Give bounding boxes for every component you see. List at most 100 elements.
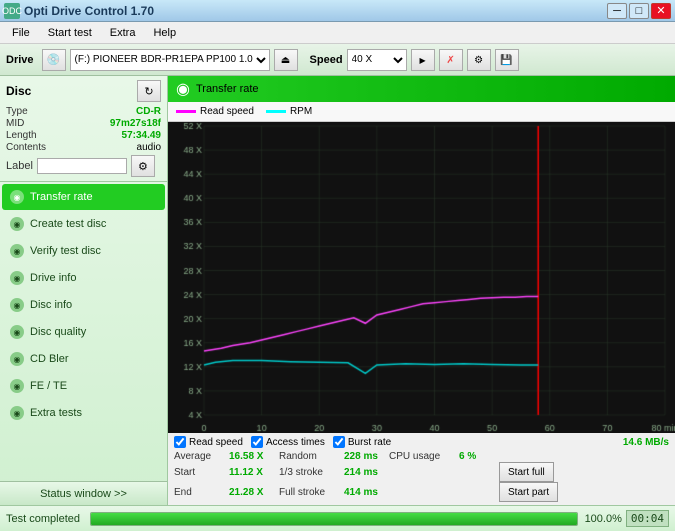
right-panel: ◉ Transfer rate Read speed RPM R — [168, 76, 675, 505]
nav-icon-verify: ◉ — [10, 244, 24, 258]
menu-start-test[interactable]: Start test — [40, 25, 100, 41]
speed-arrow-button[interactable] — [411, 49, 435, 71]
nav-fe-te[interactable]: ◉ FE / TE — [2, 373, 165, 399]
nav-menu: ◉ Transfer rate ◉ Create test disc ◉ Ver… — [0, 182, 167, 481]
menubar: File Start test Extra Help — [0, 22, 675, 44]
cb-read-speed-label: Read speed — [189, 437, 243, 448]
drive-select[interactable]: (F:) PIONEER BDR-PR1EPA PP100 1.00 — [70, 49, 270, 71]
legend-color-read — [176, 110, 196, 113]
cb-burst-rate-input[interactable] — [333, 436, 345, 448]
progress-percentage: 100.0% — [582, 513, 622, 525]
stat-key-random: Random — [279, 451, 344, 462]
nav-drive-info[interactable]: ◉ Drive info — [2, 265, 165, 291]
nav-transfer-rate[interactable]: ◉ Transfer rate — [2, 184, 165, 210]
stat-val-random: 228 ms — [344, 451, 389, 462]
nav-label-quality: Disc quality — [30, 326, 86, 338]
legend-rpm: RPM — [266, 106, 312, 117]
nav-label-verify: Verify test disc — [30, 245, 101, 257]
checkbox-burst-rate[interactable]: Burst rate — [333, 436, 391, 448]
chart-title: Transfer rate — [196, 83, 259, 95]
drive-icon-button[interactable]: 💿 — [42, 49, 66, 71]
disc-contents-val: audio — [137, 142, 161, 153]
stat-val-average: 16.58 X — [229, 451, 279, 462]
cb-access-times-label: Access times — [266, 437, 325, 448]
disc-contents-key: Contents — [6, 142, 46, 153]
nav-extra-tests[interactable]: ◉ Extra tests — [2, 400, 165, 426]
nav-cd-bler[interactable]: ◉ CD Bler — [2, 346, 165, 372]
minimize-button[interactable]: ─ — [607, 3, 627, 19]
time-display: 00:04 — [626, 510, 669, 527]
nav-label-transfer: Transfer rate — [30, 191, 93, 203]
speed-select[interactable]: 40 X — [347, 49, 407, 71]
eject-button[interactable] — [274, 49, 298, 71]
nav-icon-create: ◉ — [10, 217, 24, 231]
disc-mid-val: 97m27s18f — [110, 118, 161, 129]
disc-label-key: Label — [6, 160, 33, 172]
stat-key-end: End — [174, 482, 229, 502]
save-button[interactable] — [495, 49, 519, 71]
menu-file[interactable]: File — [4, 25, 38, 41]
stat-key-full-stroke: Full stroke — [279, 482, 344, 502]
speed-label: Speed — [310, 54, 343, 66]
chart-header-icon: ◉ — [176, 79, 190, 99]
stat-key-average: Average — [174, 451, 229, 462]
menu-extra[interactable]: Extra — [102, 25, 144, 41]
nav-create-test-disc[interactable]: ◉ Create test disc — [2, 211, 165, 237]
nav-disc-quality[interactable]: ◉ Disc quality — [2, 319, 165, 345]
progress-bar-fill — [91, 513, 577, 525]
chart-area — [168, 122, 675, 433]
disc-refresh-button[interactable]: ↻ — [137, 80, 161, 102]
disc-length-key: Length — [6, 130, 37, 141]
nav-label-disc: Disc info — [30, 299, 72, 311]
nav-label-bler: CD Bler — [30, 353, 69, 365]
settings-button[interactable] — [467, 49, 491, 71]
stats-table: Average 16.58 X Random 228 ms CPU usage … — [174, 451, 669, 502]
nav-icon-bler: ◉ — [10, 352, 24, 366]
titlebar-controls: ─ □ ✕ — [607, 3, 671, 19]
cb-read-speed-input[interactable] — [174, 436, 186, 448]
nav-label-drive: Drive info — [30, 272, 76, 284]
nav-icon-fe-te: ◉ — [10, 379, 24, 393]
status-bar: Test completed 100.0% 00:04 — [0, 505, 675, 531]
main-area: Disc ↻ Type CD-R MID 97m27s18f Length 57… — [0, 76, 675, 505]
disc-type-key: Type — [6, 106, 28, 117]
status-text: Test completed — [6, 513, 86, 525]
nav-label-create: Create test disc — [30, 218, 106, 230]
legend-label-read: Read speed — [200, 106, 254, 117]
checkbox-access-times[interactable]: Access times — [251, 436, 325, 448]
stats-area: Read speed Access times Burst rate 14.6 … — [168, 433, 675, 505]
toolbar: Drive 💿 (F:) PIONEER BDR-PR1EPA PP100 1.… — [0, 44, 675, 76]
stat-val-end: 21.28 X — [229, 482, 279, 502]
progress-bar — [90, 512, 578, 526]
burst-rate-value: 14.6 MB/s — [623, 437, 669, 448]
checkbox-read-speed[interactable]: Read speed — [174, 436, 243, 448]
nav-icon-drive: ◉ — [10, 271, 24, 285]
close-button[interactable]: ✕ — [651, 3, 671, 19]
titlebar-title: Opti Drive Control 1.70 — [24, 4, 154, 18]
chart-header: ◉ Transfer rate — [168, 76, 675, 102]
nav-disc-info[interactable]: ◉ Disc info — [2, 292, 165, 318]
disc-info-panel: Disc ↻ Type CD-R MID 97m27s18f Length 57… — [0, 76, 167, 182]
maximize-button[interactable]: □ — [629, 3, 649, 19]
stat-val-full-stroke: 414 ms — [344, 482, 389, 502]
status-window-label: Status window >> — [40, 488, 127, 500]
cb-access-times-input[interactable] — [251, 436, 263, 448]
left-panel: Disc ↻ Type CD-R MID 97m27s18f Length 57… — [0, 76, 168, 505]
nav-verify-test-disc[interactable]: ◉ Verify test disc — [2, 238, 165, 264]
disc-section-title: Disc — [6, 84, 31, 98]
eraser-button[interactable] — [439, 49, 463, 71]
chart-legend: Read speed RPM — [168, 102, 675, 122]
start-part-button[interactable]: Start part — [499, 482, 558, 502]
nav-icon-quality: ◉ — [10, 325, 24, 339]
disc-type-val: CD-R — [136, 106, 161, 117]
app-icon: ODC — [4, 3, 20, 19]
stat-key-1-3-stroke: 1/3 stroke — [279, 462, 344, 482]
disc-label-input[interactable] — [37, 158, 127, 174]
menu-help[interactable]: Help — [145, 25, 184, 41]
status-window-button[interactable]: Status window >> — [0, 481, 167, 505]
nav-icon-extra: ◉ — [10, 406, 24, 420]
stats-row-2: End 21.28 X Full stroke 414 ms Start par… — [174, 482, 669, 502]
label-settings-button[interactable]: ⚙ — [131, 155, 155, 177]
start-full-button[interactable]: Start full — [499, 462, 554, 482]
nav-label-extra: Extra tests — [30, 407, 82, 419]
